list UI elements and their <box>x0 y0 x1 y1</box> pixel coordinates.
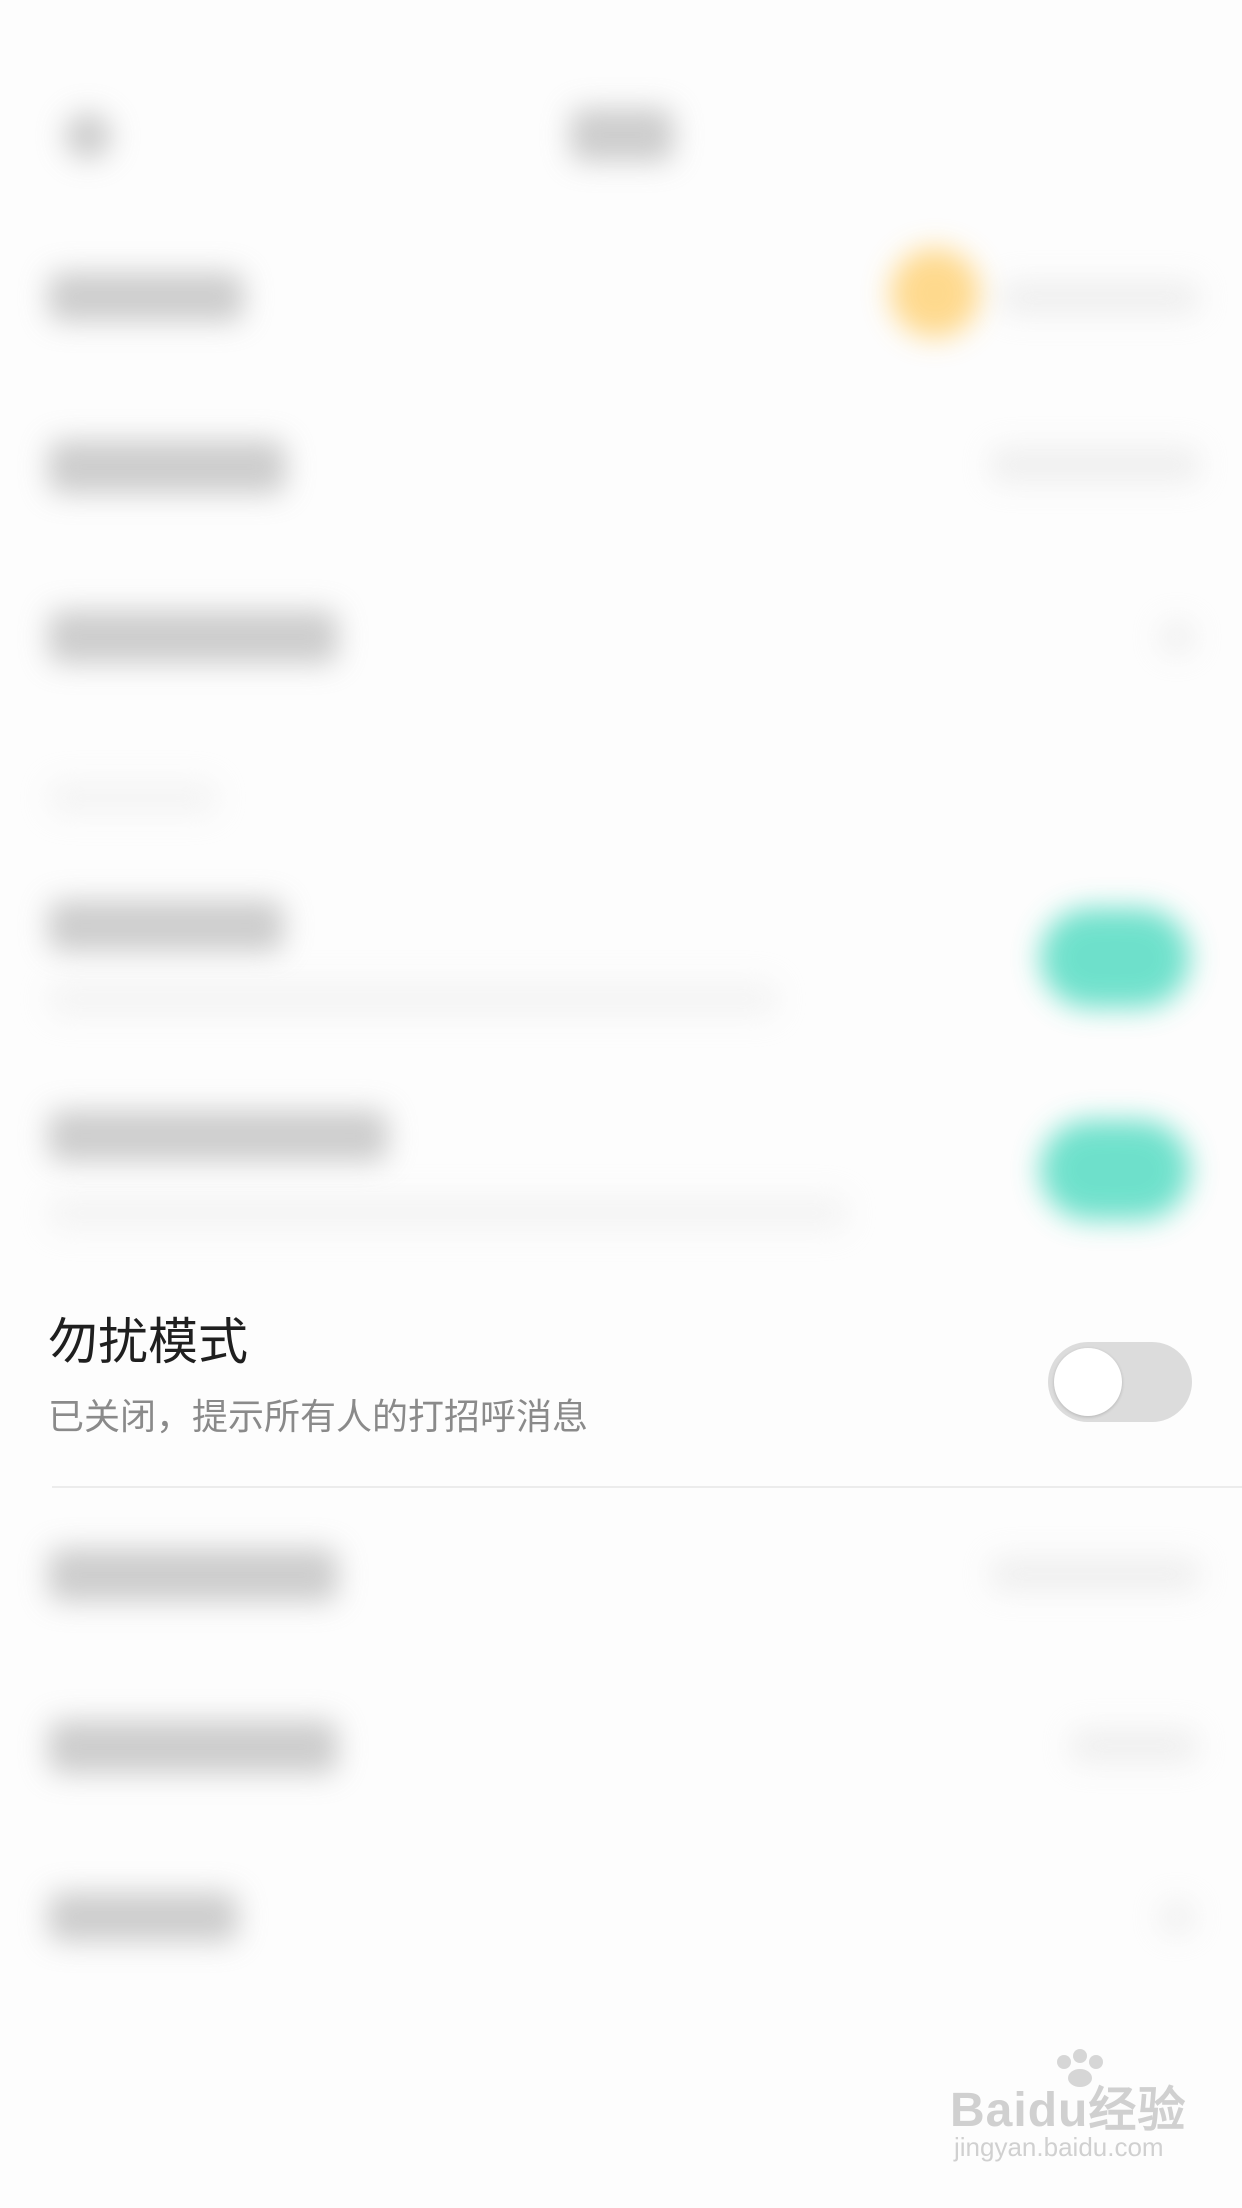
do-not-disturb-toggle[interactable] <box>1048 1342 1192 1422</box>
settings-row-1-label[interactable] <box>48 272 244 322</box>
toggle-row-b-label <box>48 1110 388 1162</box>
settings-row-6-chevron-icon <box>1160 1900 1194 1934</box>
toggle-row-a-label <box>48 900 284 952</box>
settings-row-6-label[interactable] <box>48 1892 238 1942</box>
settings-row-2-value <box>990 446 1200 484</box>
settings-row-5-label[interactable] <box>48 1720 338 1774</box>
watermark-url: jingyan.baidu.com <box>954 2132 1164 2162</box>
settings-row-1-value <box>1000 280 1200 316</box>
page-title <box>570 108 674 162</box>
watermark-brand: Baidu经验 <box>950 2084 1187 2137</box>
settings-row-4-label[interactable] <box>48 1548 338 1602</box>
do-not-disturb-row: 勿扰模式 已关闭，提示所有人的打招呼消息 <box>0 1290 1242 1486</box>
settings-row-4-value <box>990 1556 1200 1592</box>
back-icon[interactable] <box>64 112 112 160</box>
settings-screen: 勿扰模式 已关闭，提示所有人的打招呼消息 Baidu经验 jingyan.bai… <box>0 0 1242 2208</box>
section-header <box>48 780 218 816</box>
settings-row-2-label[interactable] <box>48 440 286 494</box>
do-not-disturb-status: 已关闭，提示所有人的打招呼消息 <box>48 1397 589 1438</box>
toggle-row-a-switch[interactable] <box>1040 908 1190 1008</box>
do-not-disturb-title: 勿扰模式 <box>48 1313 248 1371</box>
toggle-row-a-subtitle <box>48 980 778 1018</box>
baidu-watermark: Baidu经验 jingyan.baidu.com <box>950 2049 1190 2180</box>
toggle-knob <box>1054 1348 1122 1416</box>
row-divider <box>52 1486 1242 1488</box>
settings-row-3-chevron-icon <box>1160 620 1194 654</box>
settings-row-1-indicator <box>890 248 980 338</box>
toggle-row-b-switch[interactable] <box>1040 1120 1190 1220</box>
settings-row-3-label[interactable] <box>48 610 338 664</box>
settings-row-5-value <box>1070 1728 1198 1764</box>
toggle-row-b-subtitle <box>48 1194 848 1232</box>
